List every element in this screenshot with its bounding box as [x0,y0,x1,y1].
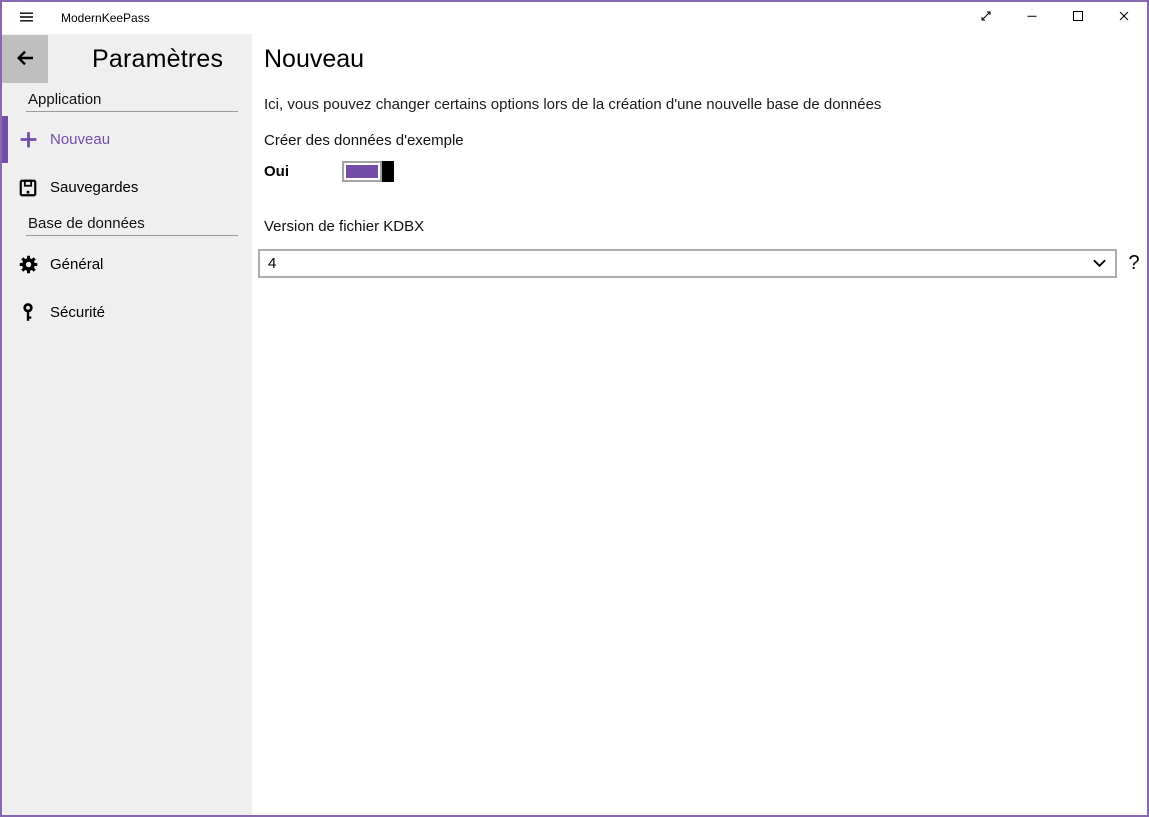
page-description: Ici, vous pouvez changer certains option… [264,96,1143,114]
kdbx-version-row: 4 ? [262,249,1143,278]
toggle-state-label: Oui [264,163,342,180]
maximize-button[interactable] [1055,2,1101,34]
titlebar-drag-area [150,2,963,34]
sidebar-item-securite[interactable]: Sécurité [2,289,252,336]
save-icon [16,176,40,200]
sidebar-item-general[interactable]: Général [2,241,252,288]
fullscreen-icon [980,9,992,27]
sidebar-item-label: Sécurité [50,304,105,321]
back-button[interactable] [2,35,48,83]
fullscreen-button[interactable] [963,2,1009,34]
maximize-icon [1072,9,1084,27]
sidebar-item-label: Général [50,256,103,273]
close-icon [1118,9,1130,27]
app-body: Paramètres Application Nouveau [2,34,1147,815]
settings-page-title: Paramètres [92,43,223,75]
toggle-fill [346,165,378,178]
close-button[interactable] [1101,2,1147,34]
nav-section-application: Application [26,90,238,112]
sidebar-item-label: Nouveau [50,131,110,148]
sidebar-item-nouveau[interactable]: Nouveau [2,116,252,163]
hamburger-menu-button[interactable] [2,2,50,34]
titlebar: ModernKeePass [2,2,1147,34]
sidebar-item-label: Sauvegardes [50,179,138,196]
sample-data-label: Créer des données d'exemple [264,132,1143,150]
kdbx-version-label: Version de fichier KDBX [264,218,1143,236]
plus-icon [16,128,40,152]
toggle-track [342,161,382,182]
page-title: Nouveau [264,43,1143,75]
chevron-down-icon [1093,259,1106,268]
sample-data-toggle-row: Oui [264,160,1143,182]
minimize-icon [1026,9,1038,27]
key-icon [16,301,40,325]
sidebar-item-sauvegardes[interactable]: Sauvegardes [2,164,252,211]
kdbx-help-button[interactable]: ? [1125,249,1143,278]
settings-content: Nouveau Ici, vous pouvez changer certain… [252,34,1147,815]
toggle-knob[interactable] [382,161,394,182]
combobox-selected-value: 4 [268,255,1093,272]
kdbx-version-combobox[interactable]: 4 [258,249,1117,278]
minimize-button[interactable] [1009,2,1055,34]
hamburger-icon [20,9,33,27]
nav-section-database: Base de données [26,214,238,236]
app-window: ModernKeePass [0,0,1149,817]
gear-icon [16,253,40,277]
settings-sidebar: Paramètres Application Nouveau [2,34,252,815]
sample-data-toggle[interactable] [342,161,394,182]
app-title: ModernKeePass [61,11,150,25]
back-arrow-icon [13,46,37,73]
